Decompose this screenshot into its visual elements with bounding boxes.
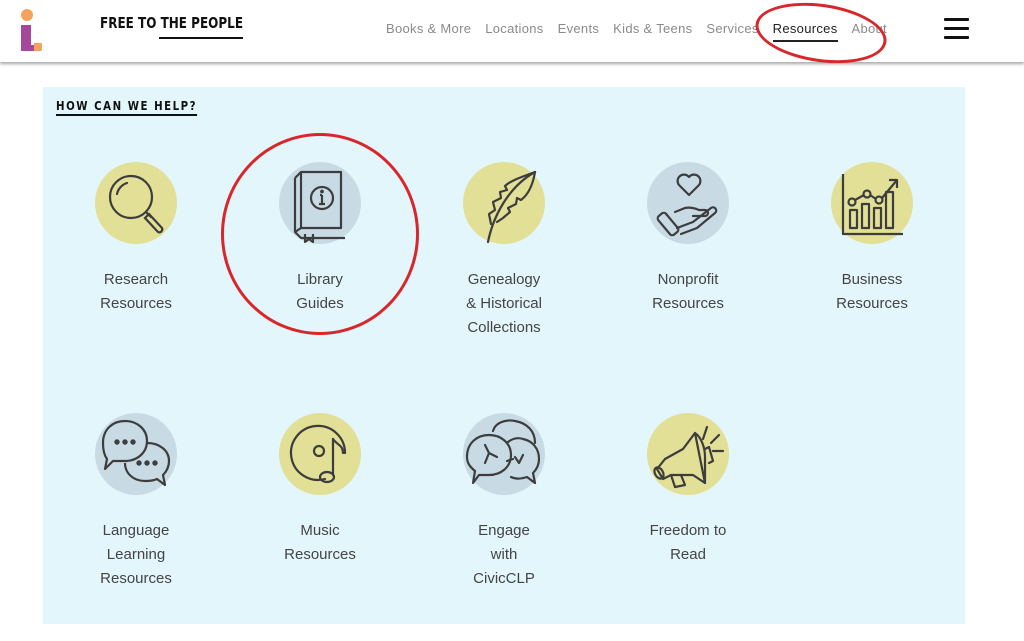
label-line: & Historical xyxy=(466,295,542,312)
label-line: Business xyxy=(841,271,903,288)
label-line: Language xyxy=(102,522,170,539)
discussion-bubbles-icon xyxy=(465,419,541,485)
site-header: FREE TO THE PEOPLE Books & More Location… xyxy=(0,0,1024,62)
nav-services[interactable]: Services xyxy=(706,21,758,42)
label-line: Read xyxy=(670,546,706,563)
magnifying-glass-icon xyxy=(108,174,164,234)
nav-books-more[interactable]: Books & More xyxy=(386,21,471,42)
label-line: Resources xyxy=(100,295,172,312)
logo-foot-accent xyxy=(34,43,42,51)
label-line: Engage xyxy=(478,522,530,539)
label-line: Resources xyxy=(836,295,908,312)
brand-tagline[interactable]: FREE TO THE PEOPLE xyxy=(100,14,243,32)
main-nav: Books & More Locations Events Kids & Tee… xyxy=(386,21,901,42)
tile-language-learning-resources[interactable]: Language Learning Resources xyxy=(44,413,228,591)
nav-events[interactable]: Events xyxy=(558,21,600,42)
label-line: with xyxy=(490,546,518,563)
nav-about[interactable]: About xyxy=(852,21,887,42)
tile-nonprofit-resources[interactable]: Nonprofit Resources xyxy=(596,162,780,316)
library-logo[interactable] xyxy=(18,9,44,51)
icon-circle xyxy=(279,413,361,495)
tile-music-resources[interactable]: Music Resources xyxy=(228,413,412,567)
tile-library-guides[interactable]: Library Guides xyxy=(228,162,412,316)
hamburger-menu-icon[interactable] xyxy=(944,18,969,40)
tile-label: Business Resources xyxy=(780,268,964,316)
info-book-icon xyxy=(293,170,345,244)
icon-circle xyxy=(463,162,545,244)
tile-label: Research Resources xyxy=(44,268,228,316)
panel-title: HOW CAN WE HELP? xyxy=(56,99,198,116)
label-line: Research xyxy=(103,271,169,288)
label-line: Music xyxy=(300,522,340,539)
tile-label: Genealogy & Historical Collections xyxy=(412,268,596,340)
tile-label: Nonprofit Resources xyxy=(596,268,780,316)
icon-circle xyxy=(647,162,729,244)
label-line: Genealogy xyxy=(467,271,541,288)
label-line: Resources xyxy=(284,546,356,563)
label-line: Collections xyxy=(467,319,541,336)
tile-genealogy-historical-collections[interactable]: Genealogy & Historical Collections xyxy=(412,162,596,340)
label-line: Learning xyxy=(106,546,166,563)
tile-label: Library Guides xyxy=(228,268,412,316)
label-line: Freedom to xyxy=(649,522,727,539)
tile-label: Language Learning Resources xyxy=(44,519,228,591)
icon-circle xyxy=(463,413,545,495)
hamburger-bar xyxy=(944,27,969,30)
label-line: Nonprofit xyxy=(657,271,719,288)
icon-circle xyxy=(95,162,177,244)
icon-circle xyxy=(647,413,729,495)
label-line: Resources xyxy=(100,570,172,587)
icon-circle xyxy=(95,413,177,495)
music-disc-icon xyxy=(289,424,347,484)
hamburger-bar xyxy=(944,36,969,39)
tile-label: Freedom to Read xyxy=(596,519,780,567)
megaphone-icon xyxy=(653,425,725,489)
label-line: Resources xyxy=(652,295,724,312)
nav-locations[interactable]: Locations xyxy=(485,21,543,42)
tile-engage-with-civicclp[interactable]: Engage with CivicCLP xyxy=(412,413,596,591)
brand-underline xyxy=(159,37,243,39)
tile-research-resources[interactable]: Research Resources xyxy=(44,162,228,316)
label-line: Guides xyxy=(296,295,344,312)
icon-circle xyxy=(831,162,913,244)
tile-business-resources[interactable]: Business Resources xyxy=(780,162,964,316)
label-line: Library xyxy=(297,271,343,288)
label-line: CivicCLP xyxy=(473,570,535,587)
growth-chart-icon xyxy=(841,174,903,236)
heart-hand-icon xyxy=(656,173,718,237)
feather-icon xyxy=(486,170,537,244)
chat-bubbles-icon xyxy=(101,419,171,487)
logo-dot xyxy=(21,9,33,21)
nav-resources[interactable]: Resources xyxy=(772,21,838,42)
tile-freedom-to-read[interactable]: Freedom to Read xyxy=(596,413,780,567)
hamburger-bar xyxy=(944,18,969,21)
tile-label: Music Resources xyxy=(228,519,412,567)
tile-label: Engage with CivicCLP xyxy=(412,519,596,591)
nav-kids-teens[interactable]: Kids & Teens xyxy=(613,21,692,42)
how-can-we-help-panel: HOW CAN WE HELP? Research Resources Libr… xyxy=(43,87,965,624)
icon-circle xyxy=(279,162,361,244)
